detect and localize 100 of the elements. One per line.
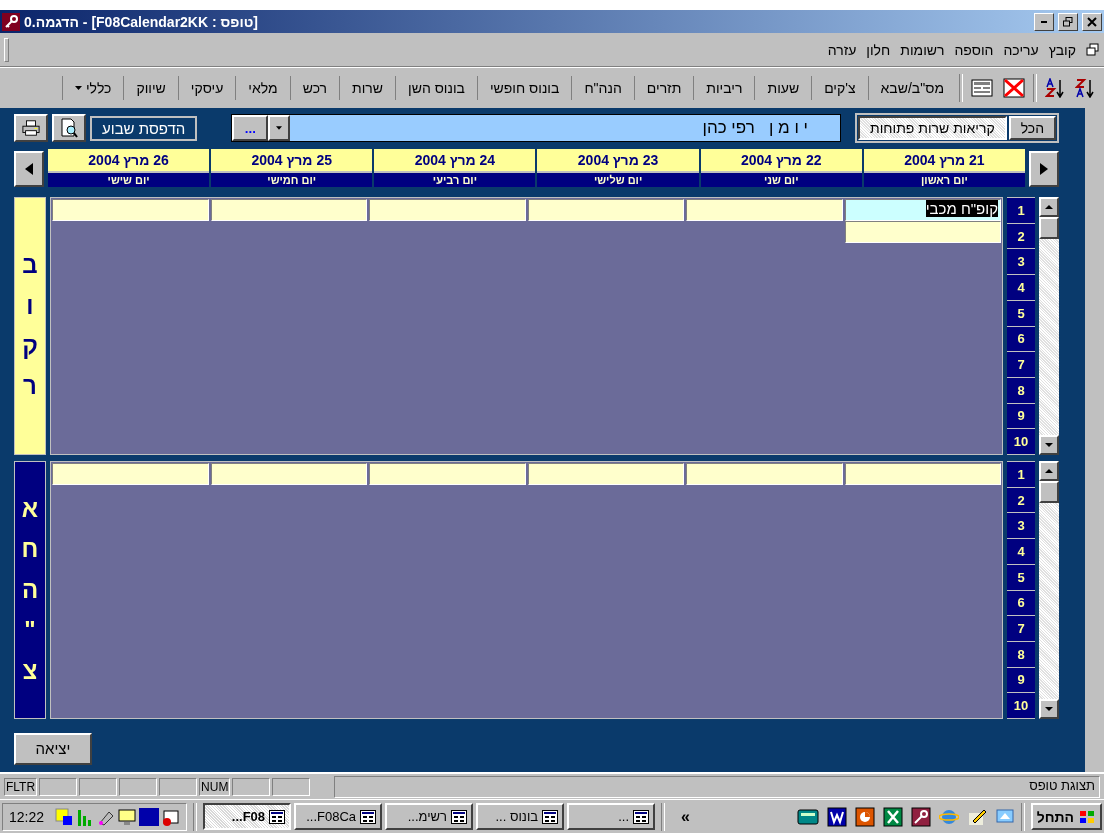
- date-header: 23 מרץ 2004: [537, 149, 699, 171]
- menu-item[interactable]: הוספה: [954, 41, 994, 58]
- row-number: 2: [1007, 223, 1035, 249]
- caret-icon: [74, 86, 82, 90]
- clock: 12:22: [9, 808, 45, 825]
- appointment-cell[interactable]: [527, 199, 684, 221]
- row-number: 7: [1007, 616, 1035, 641]
- window-title: 0.הדגמה - [F08Calendar2KK : טופס]: [24, 13, 259, 30]
- period-label: בוקר: [14, 197, 46, 455]
- row-number: 10: [1007, 429, 1035, 455]
- print-button[interactable]: [14, 114, 48, 142]
- weekday-header: יום שלישי: [537, 171, 699, 187]
- appointment-cell[interactable]: [52, 199, 209, 221]
- weekday-header: יום ראשון: [863, 171, 1025, 187]
- appointment-cell[interactable]: [210, 463, 367, 485]
- crossed-form-icon: [1003, 78, 1025, 98]
- taskbar-button[interactable]: בונוס ...: [476, 803, 565, 830]
- row-number: 9: [1007, 667, 1035, 693]
- scrollbar-thumb[interactable]: [1039, 481, 1059, 503]
- down-triangle-icon: [1045, 443, 1053, 447]
- more-button[interactable]: «: [681, 807, 690, 826]
- dropdown-button[interactable]: [268, 115, 291, 141]
- status-indicator: FLTR: [4, 777, 38, 796]
- status-panel: [39, 777, 78, 796]
- sort-ascending-icon: [1045, 78, 1065, 98]
- form-icon: [633, 809, 650, 824]
- appointment-cell[interactable]: [844, 221, 1001, 243]
- browse-button[interactable]: ...: [232, 115, 269, 141]
- row-number: 1: [1007, 462, 1035, 487]
- sort-descending-icon: [1075, 78, 1095, 98]
- status-panel: [232, 777, 271, 796]
- restore-icon: [1063, 16, 1073, 27]
- form-icon: [542, 809, 559, 824]
- appointment-cell[interactable]: [369, 463, 526, 485]
- restore-icon: [1086, 42, 1100, 57]
- appointment-cell[interactable]: [686, 199, 843, 221]
- appointment-cell[interactable]: [369, 199, 526, 221]
- row-number: 6: [1007, 326, 1035, 352]
- right-triangle-icon: [1040, 163, 1048, 175]
- row-number: 5: [1007, 564, 1035, 590]
- date-header: 22 מרץ 2004: [700, 149, 862, 171]
- print-preview-button[interactable]: [52, 114, 86, 142]
- tray-icon: [162, 807, 181, 826]
- appointment-cell[interactable]: [686, 463, 843, 485]
- taskbar-button[interactable]: F08...: [203, 803, 292, 830]
- monitor-icon: [118, 807, 137, 826]
- close-icon: [1087, 16, 1097, 27]
- weekday-header: יום שני: [700, 171, 862, 187]
- start-button[interactable]: התחל: [1030, 803, 1102, 830]
- status-panel: [119, 777, 158, 796]
- menu-item[interactable]: חלון: [866, 41, 891, 58]
- next-week-button[interactable]: [1029, 151, 1059, 187]
- close-button[interactable]: [1082, 12, 1102, 31]
- date-header: 24 מרץ 2004: [374, 149, 536, 171]
- row-number: 5: [1007, 300, 1035, 326]
- minimize-icon: [1041, 20, 1047, 23]
- scrollbar-thumb[interactable]: [1039, 217, 1059, 239]
- menu-item[interactable]: עזרה: [827, 41, 857, 58]
- previous-week-button[interactable]: [14, 151, 44, 187]
- filter-toggle[interactable]: קריאות שרות פתוחות: [858, 116, 1007, 140]
- row-number: 2: [1007, 487, 1035, 513]
- toolbar-grip[interactable]: [4, 37, 9, 62]
- row-number: 4: [1007, 275, 1035, 300]
- calculator-icon: [796, 806, 819, 827]
- diary-field[interactable]: ... י ו מ ן רפי כהן: [231, 114, 841, 142]
- menu-item[interactable]: קובץ: [1048, 41, 1076, 58]
- down-triangle-icon: [1045, 707, 1053, 711]
- restore-button[interactable]: [1058, 12, 1078, 31]
- menu-item[interactable]: רשומות: [900, 41, 945, 58]
- left-triangle-icon: [25, 163, 33, 175]
- status-panel: [79, 777, 118, 796]
- appointment-cell[interactable]: [210, 199, 367, 221]
- key-icon: [2, 12, 20, 31]
- minimize-button[interactable]: [1034, 12, 1054, 31]
- weekday-header: יום שישי: [47, 171, 210, 187]
- weekday-header: יום חמישי: [211, 171, 373, 187]
- taskbar-button[interactable]: רשימ...: [385, 803, 474, 830]
- appointment-cell[interactable]: [527, 463, 684, 485]
- status-panel: [272, 777, 311, 796]
- scrollbar[interactable]: [1039, 461, 1059, 719]
- taskbar-button[interactable]: F08Ca...: [294, 803, 383, 830]
- filter-toggle[interactable]: הכל: [1008, 116, 1056, 140]
- status-panel: [159, 777, 198, 796]
- scrollbar[interactable]: [1039, 197, 1059, 455]
- row-number: 8: [1007, 641, 1035, 667]
- row-number: 3: [1007, 249, 1035, 275]
- preview-icon: [60, 118, 78, 138]
- row-number: 1: [1007, 198, 1035, 223]
- up-triangle-icon: [1045, 205, 1053, 209]
- menu-item[interactable]: עריכה: [1003, 41, 1039, 58]
- date-header: 21 מרץ 2004: [863, 149, 1025, 171]
- date-header: 26 מרץ 2004: [47, 149, 210, 171]
- exit-button[interactable]: יציאה: [14, 732, 92, 765]
- appointment-cell[interactable]: קופ"ח מכבי: [844, 199, 1001, 221]
- appointment-cell[interactable]: [52, 463, 209, 485]
- taskbar-button[interactable]: ...: [567, 803, 656, 830]
- date-header: 25 מרץ 2004: [211, 149, 373, 171]
- appointment-cell[interactable]: [844, 463, 1001, 485]
- row-number: 6: [1007, 590, 1035, 616]
- spreadsheet-app-icon: [882, 806, 903, 827]
